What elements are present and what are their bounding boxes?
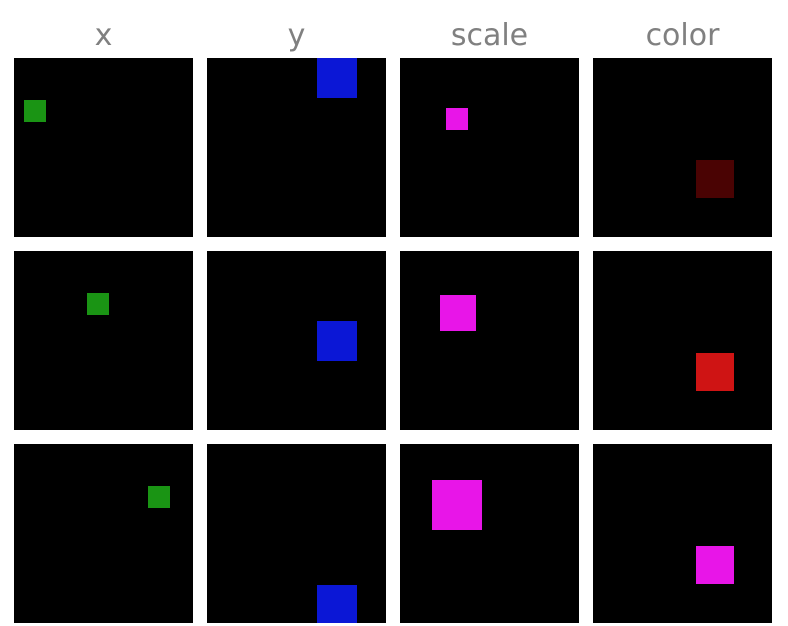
panel-row — [14, 444, 774, 623]
square-icon — [432, 480, 482, 530]
square-icon — [696, 353, 734, 391]
square-icon — [317, 58, 357, 98]
panel-cell — [400, 251, 579, 430]
square-icon — [696, 546, 734, 584]
square-icon — [440, 295, 476, 331]
panel-cell — [400, 444, 579, 623]
square-icon — [446, 108, 468, 130]
square-icon — [148, 486, 170, 508]
square-icon — [24, 100, 46, 122]
panel-grid: x y scale color — [14, 20, 774, 623]
panel-cell — [400, 58, 579, 237]
panel-rows — [14, 58, 774, 623]
panel-cell — [207, 251, 386, 430]
col-header-color: color — [593, 20, 772, 56]
panel-cell — [593, 58, 772, 237]
panel-cell — [14, 251, 193, 430]
panel-cell — [207, 444, 386, 623]
column-headers: x y scale color — [14, 20, 774, 56]
col-header-x: x — [14, 20, 193, 56]
square-icon — [87, 293, 109, 315]
col-header-y: y — [207, 20, 386, 56]
square-icon — [317, 321, 357, 361]
panel-row — [14, 58, 774, 237]
panel-cell — [593, 251, 772, 430]
col-header-scale: scale — [400, 20, 579, 56]
panel-cell — [14, 444, 193, 623]
panel-cell — [14, 58, 193, 237]
panel-cell — [593, 444, 772, 623]
square-icon — [317, 585, 357, 623]
panel-row — [14, 251, 774, 430]
square-icon — [696, 160, 734, 198]
panel-cell — [207, 58, 386, 237]
